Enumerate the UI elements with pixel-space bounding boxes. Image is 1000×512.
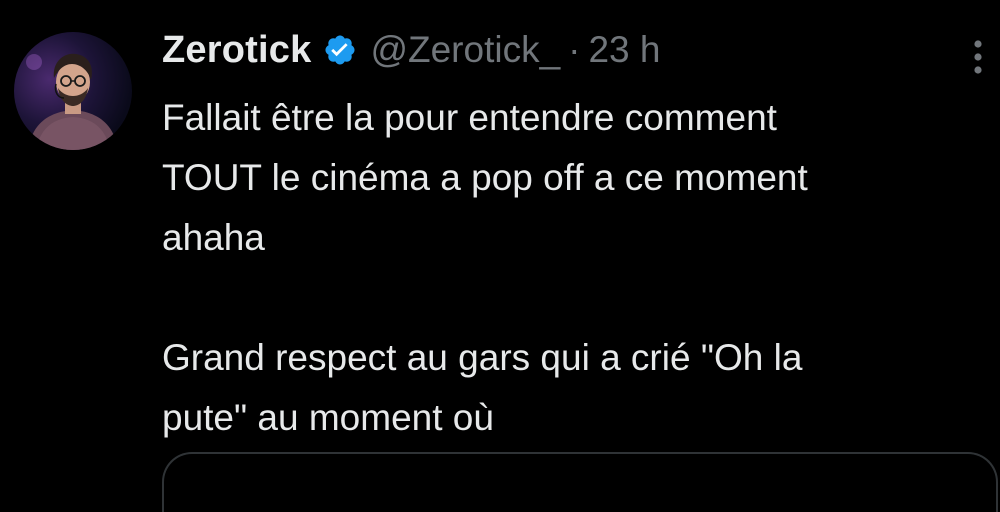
verified-badge-icon [323,33,357,67]
separator-dot: · [568,29,581,70]
tweet[interactable]: Zerotick @Zerotick_ · 23 h Fallait être … [0,0,1000,512]
timestamp[interactable]: 23 h [588,29,660,71]
tweet-header: Zerotick @Zerotick_ · 23 h [162,22,661,78]
display-name[interactable]: Zerotick [162,29,311,72]
avatar-image [14,32,132,150]
avatar[interactable] [14,32,132,150]
tweet-text: Fallait être la pour entendre comment TO… [162,97,808,438]
embedded-media-card[interactable] [162,452,998,512]
user-handle[interactable]: @Zerotick_ [370,29,560,71]
more-options-icon[interactable] [964,36,992,78]
